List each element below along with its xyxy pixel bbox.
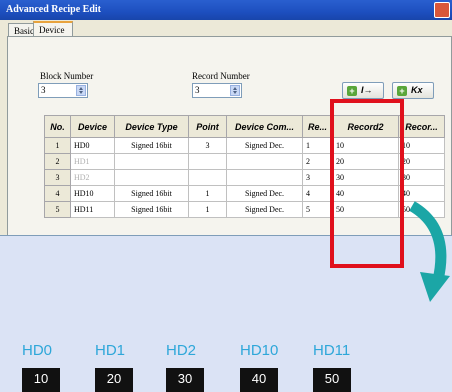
row-number: 2 bbox=[44, 153, 71, 170]
cell-device[interactable]: HD11 bbox=[70, 201, 115, 218]
register-value-hd1: 20 bbox=[95, 368, 133, 392]
block-number-label: Block Number bbox=[40, 71, 94, 81]
register-value-hd10: 40 bbox=[240, 368, 278, 392]
title-bar: Advanced Recipe Edit bbox=[0, 0, 452, 20]
col-header-device[interactable]: Device bbox=[70, 115, 115, 138]
cell-re[interactable]: 1 bbox=[302, 137, 333, 154]
cell-device[interactable]: HD2 bbox=[70, 169, 115, 186]
register-value-hd2: 30 bbox=[166, 368, 204, 392]
tab-device[interactable]: Device bbox=[33, 21, 73, 37]
cell-point[interactable] bbox=[188, 153, 227, 170]
register-label-hd1: HD1 bbox=[95, 342, 126, 359]
cell-device[interactable]: HD0 bbox=[70, 137, 115, 154]
row-number: 4 bbox=[44, 185, 71, 202]
col-header-device-comment[interactable]: Device Com... bbox=[226, 115, 303, 138]
close-button[interactable] bbox=[434, 2, 450, 18]
plus-icon: + bbox=[397, 86, 407, 96]
cell-comment[interactable]: Signed Dec. bbox=[226, 185, 303, 202]
cell-device-type[interactable]: Signed 16bit bbox=[114, 137, 189, 154]
spinner-arrows-icon[interactable] bbox=[76, 85, 86, 96]
cell-re[interactable]: 5 bbox=[302, 201, 333, 218]
register-label-hd10: HD10 bbox=[240, 342, 279, 359]
record-number-label: Record Number bbox=[192, 71, 250, 81]
spinner-arrows-icon[interactable] bbox=[230, 85, 240, 96]
cell-comment[interactable] bbox=[226, 169, 303, 186]
cell-recor[interactable]: 10 bbox=[398, 137, 445, 154]
row-number: 1 bbox=[44, 137, 71, 154]
tab-basic[interactable]: Basic bbox=[8, 23, 34, 37]
add-row-button[interactable]: + I→ bbox=[342, 82, 384, 99]
cell-point[interactable] bbox=[188, 169, 227, 186]
cell-comment[interactable]: Signed Dec. bbox=[226, 201, 303, 218]
col-header-re[interactable]: Re... bbox=[302, 115, 333, 138]
col-header-device-type[interactable]: Device Type bbox=[114, 115, 189, 138]
block-number-value: 3 bbox=[41, 85, 46, 95]
cell-device-type[interactable] bbox=[114, 153, 189, 170]
add-column-button[interactable]: + Kx bbox=[392, 82, 434, 99]
register-label-hd2: HD2 bbox=[166, 342, 197, 359]
cell-device-type[interactable]: Signed 16bit bbox=[114, 201, 189, 218]
cell-re[interactable]: 4 bbox=[302, 185, 333, 202]
register-value-hd0: 10 bbox=[22, 368, 60, 392]
block-number-spinner[interactable]: 3 bbox=[38, 83, 88, 98]
cell-comment[interactable] bbox=[226, 153, 303, 170]
curved-arrow-icon bbox=[409, 201, 450, 302]
record-number-spinner[interactable]: 3 bbox=[192, 83, 242, 98]
col-header-point[interactable]: Point bbox=[188, 115, 227, 138]
cell-point[interactable]: 3 bbox=[188, 137, 227, 154]
row-number: 5 bbox=[44, 201, 71, 218]
row-number: 3 bbox=[44, 169, 71, 186]
cell-re[interactable]: 3 bbox=[302, 169, 333, 186]
col-header-no[interactable]: No. bbox=[44, 115, 71, 138]
add-column-label: Kx bbox=[411, 85, 423, 95]
record-number-value: 3 bbox=[195, 85, 200, 95]
col-header-recor[interactable]: Recor... bbox=[398, 115, 445, 138]
cell-re[interactable]: 2 bbox=[302, 153, 333, 170]
window-title: Advanced Recipe Edit bbox=[6, 4, 101, 15]
register-label-hd0: HD0 bbox=[22, 342, 53, 359]
cell-recor[interactable]: 20 bbox=[398, 153, 445, 170]
register-value-hd11: 50 bbox=[313, 368, 351, 392]
cell-device-type[interactable] bbox=[114, 169, 189, 186]
register-label-hd11: HD11 bbox=[313, 342, 351, 359]
cell-point[interactable]: 1 bbox=[188, 185, 227, 202]
cell-device[interactable]: HD10 bbox=[70, 185, 115, 202]
cell-device[interactable]: HD1 bbox=[70, 153, 115, 170]
cell-recor[interactable]: 30 bbox=[398, 169, 445, 186]
add-row-label: I→ bbox=[361, 85, 373, 95]
cell-comment[interactable]: Signed Dec. bbox=[226, 137, 303, 154]
plus-icon: + bbox=[347, 86, 357, 96]
cell-point[interactable]: 1 bbox=[188, 201, 227, 218]
cell-device-type[interactable]: Signed 16bit bbox=[114, 185, 189, 202]
record2-highlight-box bbox=[330, 99, 404, 268]
